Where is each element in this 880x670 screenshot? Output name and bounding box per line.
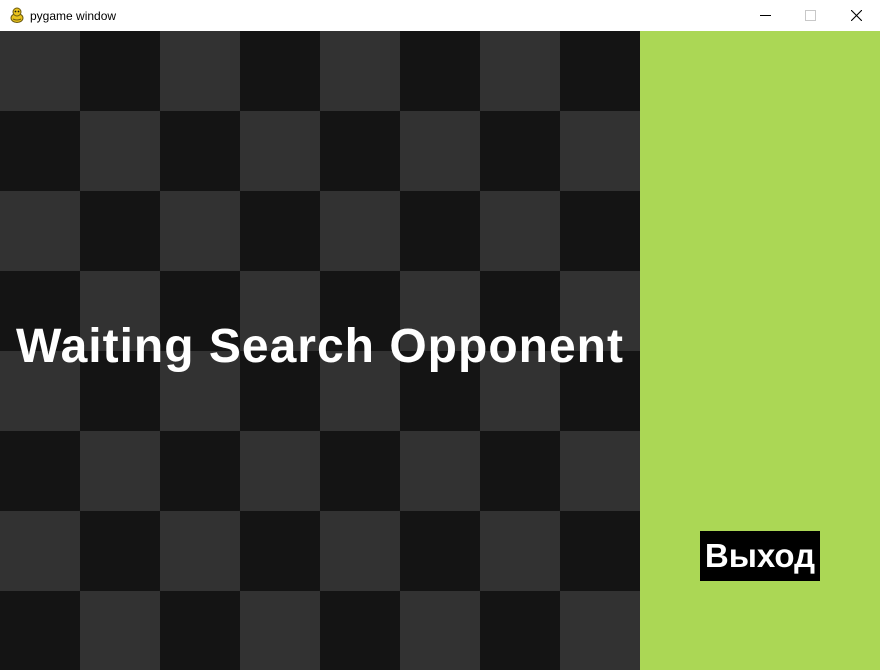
board-square[interactable]: [560, 31, 640, 111]
board-square[interactable]: [240, 431, 320, 511]
minimize-icon: [760, 15, 771, 16]
title-bar[interactable]: pygame window: [0, 0, 880, 31]
board-square[interactable]: [320, 111, 400, 191]
game-window: pygame window Waiting Search Opponent Вы…: [0, 0, 880, 670]
board-square[interactable]: [480, 511, 560, 591]
window-title: pygame window: [30, 9, 117, 23]
board-square[interactable]: [80, 431, 160, 511]
board-square[interactable]: [560, 191, 640, 271]
minimize-button[interactable]: [743, 0, 789, 31]
board-square[interactable]: [480, 31, 560, 111]
board-square[interactable]: [0, 191, 80, 271]
board-square[interactable]: [160, 111, 240, 191]
board-square[interactable]: [160, 191, 240, 271]
maximize-button[interactable]: [788, 0, 834, 31]
board-square[interactable]: [80, 511, 160, 591]
board-square[interactable]: [400, 591, 480, 670]
board-square[interactable]: [160, 591, 240, 670]
board-square[interactable]: [560, 111, 640, 191]
board-square[interactable]: [560, 431, 640, 511]
board-square[interactable]: [400, 511, 480, 591]
board-square[interactable]: [560, 591, 640, 670]
board-square[interactable]: [480, 111, 560, 191]
board-square[interactable]: [0, 31, 80, 111]
board-square[interactable]: [480, 591, 560, 670]
board-square[interactable]: [240, 591, 320, 670]
board-square[interactable]: [320, 191, 400, 271]
board-square[interactable]: [0, 511, 80, 591]
board-square[interactable]: [320, 511, 400, 591]
board-square[interactable]: [0, 591, 80, 670]
board-square[interactable]: [480, 191, 560, 271]
board-square[interactable]: [0, 431, 80, 511]
board-square[interactable]: [80, 111, 160, 191]
board-square[interactable]: [400, 191, 480, 271]
board-square[interactable]: [0, 111, 80, 191]
status-message: Waiting Search Opponent: [16, 320, 624, 373]
board-square[interactable]: [320, 431, 400, 511]
board-square[interactable]: [480, 431, 560, 511]
board-square[interactable]: [400, 431, 480, 511]
board-square[interactable]: [400, 111, 480, 191]
board-square[interactable]: [80, 31, 160, 111]
board-square[interactable]: [160, 31, 240, 111]
board-square[interactable]: [240, 191, 320, 271]
board-square[interactable]: [320, 31, 400, 111]
close-button[interactable]: [834, 0, 880, 31]
board-square[interactable]: [240, 111, 320, 191]
board-square[interactable]: [80, 591, 160, 670]
maximize-icon: [805, 10, 816, 21]
close-icon: [851, 10, 862, 21]
board-square[interactable]: [240, 511, 320, 591]
board-square[interactable]: [160, 431, 240, 511]
board-square[interactable]: [80, 191, 160, 271]
board-square[interactable]: [160, 511, 240, 591]
board-square[interactable]: [240, 31, 320, 111]
board-square[interactable]: [320, 591, 400, 670]
side-panel: Выход: [640, 31, 880, 670]
exit-button[interactable]: Выход: [700, 531, 820, 581]
board-square[interactable]: [400, 31, 480, 111]
board-square[interactable]: [560, 511, 640, 591]
pygame-snake-icon: [9, 7, 25, 23]
